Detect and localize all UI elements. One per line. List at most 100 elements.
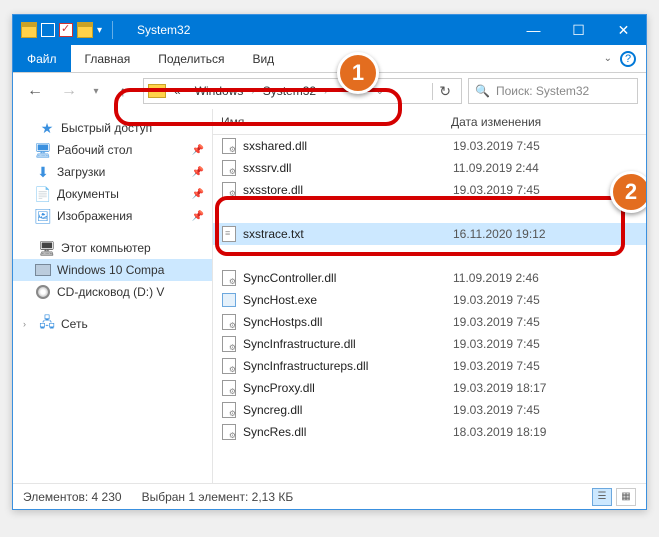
- folder-icon-2[interactable]: [77, 22, 93, 38]
- file-row[interactable]: [213, 201, 646, 223]
- sidebar-item-drive-c[interactable]: Windows 10 Compa: [13, 259, 212, 281]
- status-elements: Элементов: 4 230: [23, 490, 122, 504]
- file-icon: [221, 226, 237, 242]
- pin-icon: 📌: [192, 211, 204, 222]
- file-date: 19.03.2019 7:45: [453, 139, 540, 153]
- forward-button[interactable]: →: [55, 77, 83, 105]
- file-row[interactable]: [213, 245, 646, 267]
- file-list[interactable]: sxshared.dll19.03.2019 7:45sxssrv.dll11.…: [213, 135, 646, 483]
- file-icon: [221, 160, 237, 176]
- column-date[interactable]: Дата изменения: [451, 115, 646, 129]
- pin-icon: 📌: [192, 189, 204, 200]
- chevron-right-icon[interactable]: ›: [324, 86, 327, 97]
- file-date: 16.11.2020 19:12: [453, 227, 546, 241]
- desktop-icon: 🖥: [35, 142, 51, 158]
- separator: [112, 21, 113, 39]
- file-name: sxsstore.dll: [243, 183, 453, 197]
- column-name[interactable]: Имя: [221, 115, 451, 129]
- file-name: SyncRes.dll: [243, 425, 453, 439]
- explorer-window: ▾ System32 — ☐ ✕ Файл Главная Поделиться…: [12, 14, 647, 510]
- chevron-right-icon[interactable]: ›: [251, 86, 254, 97]
- sidebar-item-documents[interactable]: 📄Документы📌: [13, 183, 212, 205]
- file-name: SyncProxy.dll: [243, 381, 453, 395]
- file-row[interactable]: SyncController.dll11.09.2019 2:46: [213, 267, 646, 289]
- breadcrumb-system32[interactable]: System32: [257, 84, 322, 98]
- file-row[interactable]: sxstrace.txt16.11.2020 19:12: [213, 223, 646, 245]
- sidebar-label: Быстрый доступ: [61, 121, 152, 135]
- file-row[interactable]: sxshared.dll19.03.2019 7:45: [213, 135, 646, 157]
- file-icon: [221, 138, 237, 154]
- navigation-pane: ★ Быстрый доступ 🖥Рабочий стол📌 ⬇Загрузк…: [13, 109, 213, 483]
- star-icon: ★: [39, 120, 55, 136]
- file-name: SyncInfrastructure.dll: [243, 337, 453, 351]
- pin-icon: 📌: [192, 145, 204, 156]
- chevron-down-icon[interactable]: ⌄: [604, 53, 612, 64]
- ribbon-tab-home[interactable]: Главная: [71, 45, 145, 72]
- file-name: Syncreg.dll: [243, 403, 453, 417]
- file-date: 18.03.2019 18:19: [453, 425, 546, 439]
- pin-icon: 📌: [192, 167, 204, 178]
- address-bar[interactable]: « Windows › System32 › ⌄ ↻: [143, 78, 462, 104]
- window-controls: — ☐ ✕: [511, 15, 646, 45]
- close-button[interactable]: ✕: [601, 15, 646, 45]
- file-icon: [221, 358, 237, 374]
- back-button[interactable]: ←: [21, 77, 49, 105]
- view-details-button[interactable]: ☰: [592, 488, 612, 506]
- breadcrumb-windows[interactable]: Windows: [189, 84, 250, 98]
- folder-icon: [21, 22, 37, 38]
- sidebar-this-pc[interactable]: 🖥 Этот компьютер: [13, 237, 212, 259]
- column-headers: Имя Дата изменения: [213, 109, 646, 135]
- breadcrumb-prefix[interactable]: «: [168, 84, 187, 98]
- file-icon: [221, 402, 237, 418]
- file-row[interactable]: SyncHostps.dll19.03.2019 7:45: [213, 311, 646, 333]
- sidebar-item-drive-d[interactable]: CD-дисковод (D:) V: [13, 281, 212, 303]
- ribbon-tabs: Файл Главная Поделиться Вид ⌄ ?: [13, 45, 646, 73]
- images-icon: 🖼: [35, 208, 51, 224]
- recent-dropdown-icon[interactable]: ▾: [89, 77, 103, 105]
- file-row[interactable]: SyncHost.exe19.03.2019 7:45: [213, 289, 646, 311]
- file-date: 11.09.2019 2:46: [453, 271, 539, 285]
- file-tab[interactable]: Файл: [13, 45, 71, 72]
- sidebar-item-images[interactable]: 🖼Изображения📌: [13, 205, 212, 227]
- file-row[interactable]: Syncreg.dll19.03.2019 7:45: [213, 399, 646, 421]
- properties-icon[interactable]: [41, 23, 55, 37]
- file-row[interactable]: sxssrv.dll11.09.2019 2:44: [213, 157, 646, 179]
- minimize-button[interactable]: —: [511, 15, 556, 45]
- file-row[interactable]: SyncInfrastructure.dll19.03.2019 7:45: [213, 333, 646, 355]
- checkbox-icon[interactable]: [59, 23, 73, 37]
- file-row[interactable]: sxsstore.dll19.03.2019 7:45: [213, 179, 646, 201]
- file-icon: [221, 380, 237, 396]
- ribbon-tab-view[interactable]: Вид: [238, 45, 288, 72]
- file-row[interactable]: SyncRes.dll18.03.2019 18:19: [213, 421, 646, 443]
- maximize-button[interactable]: ☐: [556, 15, 601, 45]
- help-icon[interactable]: ?: [620, 51, 636, 67]
- file-date: 19.03.2019 7:45: [453, 183, 540, 197]
- file-date: 19.03.2019 18:17: [453, 381, 546, 395]
- qat-dropdown-icon[interactable]: ▾: [97, 25, 102, 36]
- file-row[interactable]: SyncInfrastructureps.dll19.03.2019 7:45: [213, 355, 646, 377]
- search-input[interactable]: 🔍 Поиск: System32: [468, 78, 638, 104]
- sidebar-network[interactable]: › 🖧 Сеть: [13, 313, 212, 335]
- expand-icon[interactable]: ›: [23, 319, 33, 329]
- view-icons-button[interactable]: ▦: [616, 488, 636, 506]
- file-name: sxshared.dll: [243, 139, 453, 153]
- pc-icon: 🖥: [39, 240, 55, 256]
- refresh-icon[interactable]: ↻: [432, 83, 457, 100]
- file-icon: [221, 314, 237, 330]
- file-icon: [221, 182, 237, 198]
- file-name: sxstrace.txt: [243, 227, 453, 241]
- sidebar-quick-access[interactable]: ★ Быстрый доступ: [13, 117, 212, 139]
- file-icon: [221, 270, 237, 286]
- file-icon: [221, 292, 237, 308]
- search-placeholder: Поиск: System32: [496, 84, 589, 98]
- titlebar[interactable]: ▾ System32 — ☐ ✕: [13, 15, 646, 45]
- downloads-icon: ⬇: [35, 164, 51, 180]
- sidebar-item-downloads[interactable]: ⬇Загрузки📌: [13, 161, 212, 183]
- navigation-bar: ← → ▾ ↑ « Windows › System32 › ⌄ ↻ 🔍 Пои…: [13, 73, 646, 109]
- ribbon-tab-share[interactable]: Поделиться: [144, 45, 238, 72]
- up-button[interactable]: ↑: [109, 77, 137, 105]
- sidebar-item-desktop[interactable]: 🖥Рабочий стол📌: [13, 139, 212, 161]
- file-row[interactable]: SyncProxy.dll19.03.2019 18:17: [213, 377, 646, 399]
- file-date: 19.03.2019 7:45: [453, 403, 540, 417]
- status-bar: Элементов: 4 230 Выбран 1 элемент: 2,13 …: [13, 483, 646, 509]
